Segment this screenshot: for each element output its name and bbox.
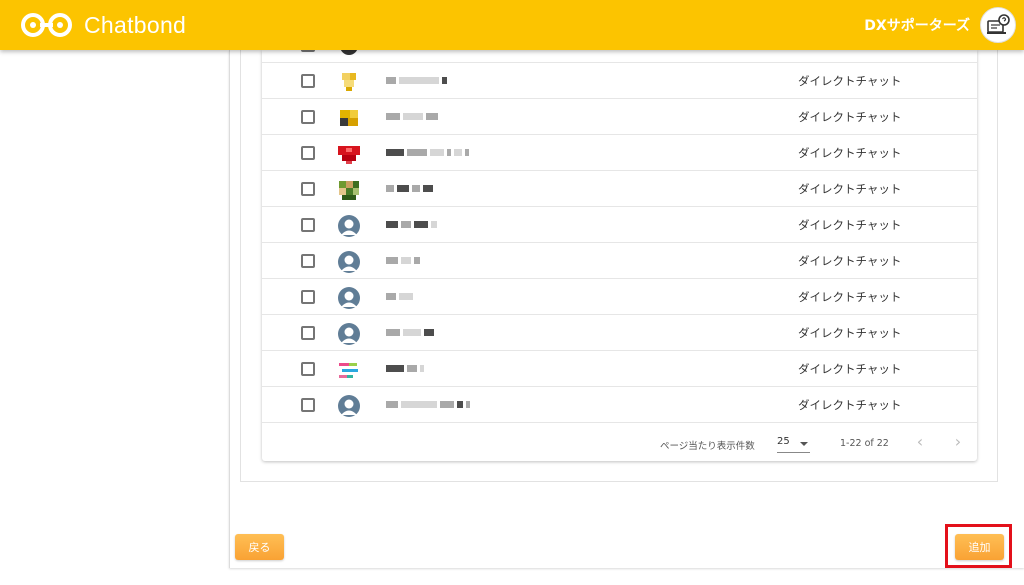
- caret-down-icon: [800, 442, 808, 446]
- default-user-icon: [338, 251, 360, 273]
- table-row[interactable]: ダイレクトチャット: [262, 63, 977, 99]
- user-name[interactable]: DXサポーターズ: [864, 15, 970, 35]
- default-user-icon: [338, 215, 360, 237]
- chat-type-label: ダイレクトチャット: [798, 290, 902, 304]
- app-name: Chatbond: [84, 11, 187, 38]
- default-user-icon: [338, 323, 360, 345]
- support-avatar-icon: [987, 14, 1010, 34]
- app-header: Chatbond DXサポーターズ: [0, 0, 1024, 50]
- table-row[interactable]: ダイレクトチャット: [262, 171, 977, 207]
- member-name-redacted: [386, 220, 437, 228]
- chat-type-label: ダイレクトチャット: [798, 110, 902, 124]
- pixel-avatar-red: [338, 146, 360, 164]
- member-name-redacted: [386, 400, 470, 408]
- app-logo[interactable]: Chatbond: [20, 10, 186, 40]
- back-button[interactable]: 戻る: [235, 534, 284, 560]
- row-checkbox[interactable]: [301, 146, 315, 160]
- member-name-redacted: [386, 364, 424, 372]
- member-name-redacted: [386, 292, 413, 300]
- chat-type-label: ダイレクトチャット: [798, 218, 902, 232]
- row-checkbox[interactable]: [301, 182, 315, 196]
- table-row[interactable]: ダイレクトチャット: [262, 135, 977, 171]
- chat-type-label: ダイレクトチャット: [798, 398, 902, 412]
- chevron-left-icon[interactable]: ‹: [910, 432, 930, 452]
- pixel-avatar-yellow: [342, 73, 356, 91]
- chat-type-label: ダイレクトチャット: [798, 254, 902, 268]
- row-checkbox[interactable]: [301, 254, 315, 268]
- table-row[interactable]: ダイレクトチャット: [262, 351, 977, 387]
- chain-link-logo-icon: [21, 13, 72, 37]
- row-checkbox[interactable]: [301, 290, 315, 304]
- table-row[interactable]: ダイレクトチャット: [262, 243, 977, 279]
- default-user-icon: [338, 395, 360, 417]
- chat-type-label: ダイレクトチャット: [798, 182, 902, 196]
- member-name-redacted: [386, 184, 433, 192]
- table-row[interactable]: ダイレクトチャット: [262, 387, 977, 423]
- row-checkbox[interactable]: [301, 74, 315, 88]
- user-avatar[interactable]: [980, 7, 1016, 43]
- table-row[interactable]: ダイレクトチャット: [262, 99, 977, 135]
- table-row[interactable]: ダイレクトチャット: [262, 315, 977, 351]
- chat-type-label: ダイレクトチャット: [798, 326, 902, 340]
- default-user-icon: [338, 287, 360, 309]
- pagination-range: 1-22 of 22: [840, 438, 889, 449]
- member-name-redacted: [386, 256, 420, 264]
- member-name-redacted: [386, 148, 469, 156]
- table-row[interactable]: ダイレクトチャット: [262, 207, 977, 243]
- pixel-avatar-yellow-dark: [340, 110, 358, 126]
- table-pagination: ページ当たり表示件数 25 1-22 of 22 ‹ ›: [262, 425, 977, 461]
- colorful-lines-avatar: [339, 363, 358, 378]
- row-checkbox[interactable]: [301, 362, 315, 376]
- table-row[interactable]: ダイレクトチャット: [262, 279, 977, 315]
- rows-per-page-select[interactable]: 25: [777, 433, 810, 453]
- pixel-avatar-green: [339, 181, 359, 200]
- member-name-redacted: [386, 328, 434, 336]
- row-checkbox[interactable]: [301, 398, 315, 412]
- chat-type-label: ダイレクトチャット: [798, 146, 902, 160]
- rows-per-page-value: 25: [777, 436, 790, 447]
- chevron-right-icon[interactable]: ›: [948, 432, 968, 452]
- row-checkbox[interactable]: [301, 110, 315, 124]
- chat-type-label: ダイレクトチャット: [798, 74, 902, 88]
- row-checkbox[interactable]: [301, 326, 315, 340]
- highlight-box: [945, 524, 1012, 568]
- member-name-redacted: [386, 112, 438, 120]
- chat-type-label: ダイレクトチャット: [798, 362, 902, 376]
- rows-per-page-label: ページ当たり表示件数: [660, 441, 755, 452]
- member-name-redacted: [386, 76, 447, 84]
- member-table: ダイレクトチャット ダイレクトチャット ダイレクトチャット ダイレクトチャット …: [262, 37, 977, 461]
- row-checkbox[interactable]: [301, 218, 315, 232]
